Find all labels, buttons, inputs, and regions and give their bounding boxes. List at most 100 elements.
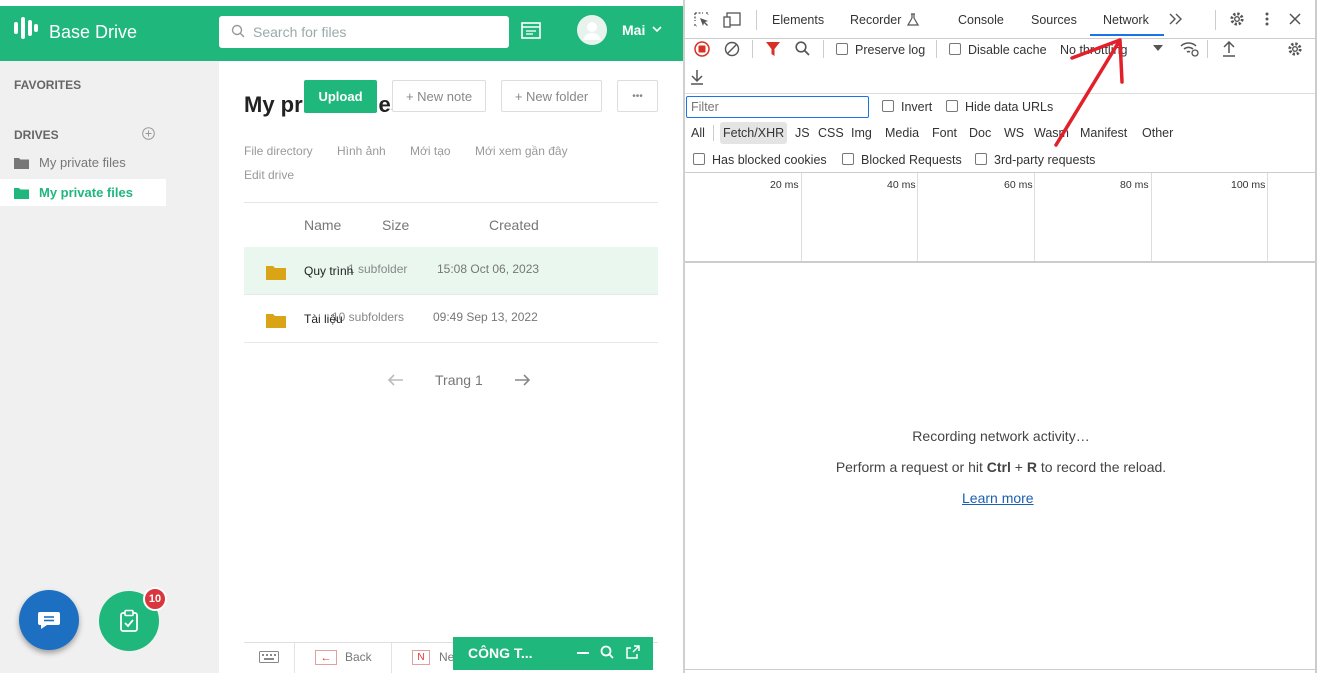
learn-more-link[interactable]: Learn more	[962, 490, 1034, 506]
filter-type-doc[interactable]: Doc	[969, 126, 991, 140]
caret-down-icon[interactable]	[1153, 45, 1163, 52]
timeline-label: 20 ms	[770, 179, 799, 191]
back-button[interactable]: Back	[345, 650, 372, 664]
back-arrow-icon[interactable]: ←	[315, 650, 337, 665]
divider	[823, 40, 824, 58]
filter-icon[interactable]	[766, 42, 780, 56]
timeline-label: 60 ms	[1004, 179, 1033, 191]
tab-new[interactable]: Mới tạo	[410, 144, 451, 158]
reload-hint-post: to record the reload.	[1040, 459, 1167, 475]
network-conditions-icon[interactable]	[1180, 41, 1199, 57]
upload-har-icon[interactable]	[1222, 41, 1236, 57]
tab-file-directory[interactable]: File directory	[244, 144, 313, 158]
timeline-label: 40 ms	[887, 179, 916, 191]
has-blocked-cookies-checkbox[interactable]	[693, 153, 705, 165]
filter-type-img[interactable]: Img	[851, 126, 872, 140]
sidebar: FAVORITES DRIVES My private files My pri…	[0, 61, 219, 673]
filter-type-css[interactable]: CSS	[818, 126, 844, 140]
preserve-log-checkbox[interactable]	[836, 43, 848, 55]
row-name[interactable]: Quy trình	[304, 264, 353, 278]
keyboard-icon[interactable]	[259, 651, 279, 663]
invert-checkbox[interactable]	[882, 100, 894, 112]
divider	[685, 261, 1317, 263]
network-settings-gear-icon[interactable]	[1287, 41, 1303, 57]
user-icon	[583, 22, 601, 40]
filter-type-media[interactable]: Media	[885, 126, 919, 140]
upload-button[interactable]: Upload	[304, 80, 377, 113]
new-note-button[interactable]: + New note	[392, 80, 486, 112]
external-link-icon[interactable]	[626, 645, 640, 659]
filter-type-fetch-xhr[interactable]: Fetch/XHR	[723, 126, 784, 140]
chat-title: CÔNG T...	[468, 645, 533, 661]
inspect-element-icon[interactable]	[694, 12, 710, 28]
folder-icon	[266, 266, 286, 280]
ctrl-key: Ctrl	[986, 459, 1011, 475]
blocked-requests-checkbox[interactable]	[842, 153, 854, 165]
column-header-size[interactable]: Size	[382, 217, 409, 233]
tab-recent[interactable]: Mới xem gần đây	[475, 144, 568, 158]
search-icon[interactable]	[600, 645, 614, 659]
filter-input[interactable]: Filter	[686, 96, 869, 118]
n-key-icon[interactable]: N	[412, 650, 430, 665]
search-icon[interactable]	[795, 41, 810, 56]
filter-type-font[interactable]: Font	[932, 126, 957, 140]
hide-data-urls-checkbox[interactable]	[946, 100, 958, 112]
timeline-gridline	[801, 173, 802, 261]
divider	[1215, 10, 1216, 30]
search-icon	[231, 24, 245, 38]
annotation-arrow-icon	[1054, 38, 1124, 147]
gear-icon[interactable]	[1229, 11, 1245, 27]
tab-console[interactable]: Console	[958, 13, 1004, 27]
column-header-created[interactable]: Created	[489, 217, 539, 233]
sidebar-item-drive[interactable]: My private files	[0, 149, 166, 176]
column-header-name[interactable]: Name	[304, 217, 341, 233]
stop-recording-icon[interactable]	[694, 41, 710, 57]
user-name[interactable]: Mai	[622, 22, 645, 38]
divider	[1207, 40, 1208, 58]
sidebar-item-my-private-files[interactable]: My private files	[0, 179, 166, 206]
divider	[936, 40, 937, 58]
download-har-icon[interactable]	[690, 69, 704, 85]
search-input[interactable]	[253, 16, 503, 48]
kebab-menu-icon[interactable]	[1265, 12, 1269, 26]
table-row[interactable]: 1 subfolder Quy trình 15:08 Oct 06, 2023	[244, 247, 658, 295]
filter-type-other[interactable]: Other	[1142, 126, 1173, 140]
device-toolbar-icon[interactable]	[723, 12, 741, 28]
add-drive-icon[interactable]	[142, 127, 155, 140]
row-name[interactable]: Tài liệu	[304, 312, 343, 326]
filter-type-ws[interactable]: WS	[1004, 126, 1024, 140]
tab-images[interactable]: Hình ảnh	[337, 144, 386, 158]
search-box[interactable]	[219, 16, 509, 48]
sidebar-item-label: My private files	[39, 185, 133, 200]
clear-icon[interactable]	[724, 41, 740, 57]
tab-network[interactable]: Network	[1103, 13, 1149, 27]
timeline-gridline	[1151, 173, 1152, 261]
tab-edit-drive[interactable]: Edit drive	[244, 168, 294, 182]
chat-window-bar[interactable]: CÔNG T...	[453, 637, 653, 670]
folder-icon	[266, 314, 286, 328]
disable-cache-checkbox[interactable]	[949, 43, 961, 55]
tab-recorder[interactable]: Recorder	[850, 13, 901, 27]
timeline-label: 100 ms	[1231, 179, 1266, 191]
chevron-down-icon[interactable]	[652, 24, 662, 34]
tab-sources[interactable]: Sources	[1031, 13, 1077, 27]
arrow-right-icon[interactable]	[514, 374, 530, 386]
folder-icon	[14, 157, 29, 169]
recording-message: Recording network activity…	[912, 428, 1090, 444]
close-icon[interactable]	[1289, 13, 1301, 25]
avatar[interactable]	[577, 15, 607, 45]
filter-type-all[interactable]: All	[691, 126, 705, 140]
third-party-checkbox[interactable]	[975, 153, 987, 165]
more-tabs-icon[interactable]	[1169, 13, 1183, 25]
new-folder-button[interactable]: + New folder	[501, 80, 602, 112]
more-options-button[interactable]: •••	[617, 80, 658, 112]
table-row[interactable]: 10 subfolders Tài liệu 09:49 Sep 13, 202…	[244, 295, 658, 343]
tab-elements[interactable]: Elements	[772, 13, 824, 27]
minimize-icon[interactable]	[577, 652, 589, 654]
clipboard-check-icon	[120, 609, 138, 632]
chat-fab-button[interactable]	[19, 590, 79, 650]
arrow-left-icon[interactable]	[388, 374, 404, 386]
message-icon	[38, 612, 60, 629]
calendar-icon[interactable]	[521, 21, 541, 39]
filter-type-js[interactable]: JS	[795, 126, 810, 140]
